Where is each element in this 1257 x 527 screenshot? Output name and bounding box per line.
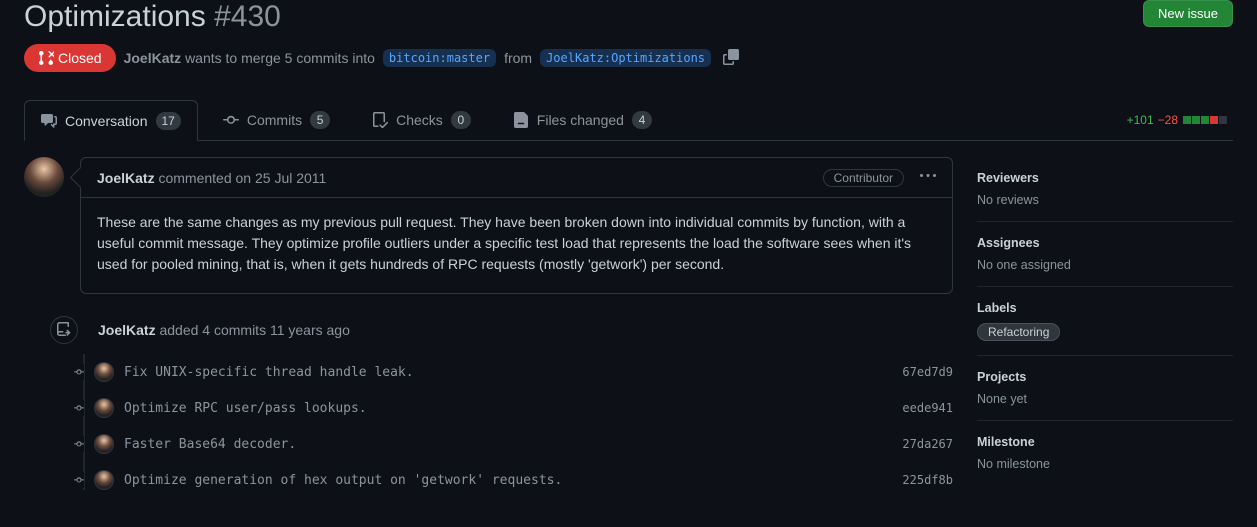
commit-dot — [74, 403, 84, 413]
copy-branch-button[interactable] — [719, 45, 743, 72]
commit-dot — [74, 439, 84, 449]
sidebar-reviewers-title: Reviewers — [977, 171, 1233, 185]
avatar[interactable] — [94, 398, 114, 418]
tab-checks[interactable]: Checks 0 — [355, 100, 488, 140]
tab-conversation[interactable]: Conversation 17 — [24, 100, 198, 141]
pr-title: Optimizations #430 — [24, 0, 281, 34]
pr-number: #430 — [214, 0, 281, 33]
diff-additions: +101 — [1127, 113, 1154, 127]
tab-conversation-label: Conversation — [65, 113, 148, 129]
sidebar-milestone[interactable]: Milestone No milestone — [977, 421, 1233, 485]
commit-message[interactable]: Optimize generation of hex output on 'ge… — [124, 473, 892, 488]
comment-author[interactable]: JoelKatz — [97, 170, 155, 186]
commit-dot — [74, 367, 84, 377]
diff-block — [1219, 116, 1227, 124]
base-branch[interactable]: bitcoin:master — [383, 49, 496, 67]
diff-block — [1192, 116, 1200, 124]
diff-deletions: −28 — [1158, 113, 1178, 127]
tab-commits[interactable]: Commits 5 — [206, 100, 347, 140]
label-pill[interactable]: Refactoring — [977, 323, 1060, 341]
kebab-icon — [920, 168, 936, 184]
tab-files[interactable]: Files changed 4 — [496, 100, 669, 140]
commit-row: Faster Base64 decoder.27da267 — [128, 434, 953, 454]
sidebar-projects-title: Projects — [977, 370, 1233, 384]
git-commit-icon — [74, 400, 84, 416]
tab-conversation-count: 17 — [156, 112, 181, 130]
checklist-icon — [372, 112, 388, 128]
sidebar-assignees-title: Assignees — [977, 236, 1233, 250]
comment: JoelKatz commented on 25 Jul 2011 Contri… — [80, 157, 953, 294]
diff-block — [1210, 116, 1218, 124]
diff-block — [1183, 116, 1191, 124]
comment-body: These are the same changes as my previou… — [81, 198, 952, 293]
role-badge: Contributor — [823, 169, 904, 187]
sidebar-projects-value: None yet — [977, 392, 1233, 406]
file-diff-icon — [513, 112, 529, 128]
event-time[interactable]: 11 years ago — [270, 322, 350, 338]
merge-summary: JoelKatz wants to merge 5 commits into — [124, 50, 375, 66]
event-author[interactable]: JoelKatz — [98, 322, 156, 338]
status-text: Closed — [58, 50, 102, 66]
comment-discussion-icon — [41, 113, 57, 129]
commit-sha[interactable]: 225df8b — [902, 473, 953, 487]
tab-checks-label: Checks — [396, 112, 443, 128]
commit-row: Optimize generation of hex output on 'ge… — [128, 470, 953, 490]
comment-menu-button[interactable] — [920, 168, 936, 187]
git-commit-icon — [74, 436, 84, 452]
sidebar-milestone-title: Milestone — [977, 435, 1233, 449]
sidebar-reviewers[interactable]: Reviewers No reviews — [977, 157, 1233, 222]
commit-message[interactable]: Fix UNIX-specific thread handle leak. — [124, 365, 892, 380]
pr-author[interactable]: JoelKatz — [124, 50, 182, 66]
git-commit-icon — [223, 112, 239, 128]
diff-block — [1201, 116, 1209, 124]
pr-title-text: Optimizations — [24, 0, 206, 33]
commit-sha[interactable]: eede941 — [902, 401, 953, 415]
git-commit-icon — [74, 472, 84, 488]
tab-files-count: 4 — [632, 111, 652, 129]
diffstat: +101 −28 — [1127, 113, 1233, 127]
git-pull-request-closed-icon — [38, 50, 54, 66]
sidebar-milestone-value: No milestone — [977, 457, 1233, 471]
head-branch[interactable]: JoelKatz:Optimizations — [540, 49, 711, 67]
commit-message[interactable]: Faster Base64 decoder. — [124, 437, 892, 452]
sidebar-projects[interactable]: Projects None yet — [977, 356, 1233, 421]
status-badge: Closed — [24, 44, 116, 72]
tab-files-label: Files changed — [537, 112, 624, 128]
avatar[interactable] — [24, 157, 64, 197]
tab-commits-count: 5 — [310, 111, 330, 129]
comment-action: commented — [158, 170, 231, 186]
avatar[interactable] — [94, 362, 114, 382]
avatar[interactable] — [94, 470, 114, 490]
commit-dot — [74, 475, 84, 485]
git-commit-icon — [74, 364, 84, 380]
comment-date[interactable]: on 25 Jul 2011 — [236, 170, 327, 186]
commit-row: Fix UNIX-specific thread handle leak.67e… — [128, 362, 953, 382]
avatar[interactable] — [94, 434, 114, 454]
sidebar-labels-title: Labels — [977, 301, 1233, 315]
new-issue-button[interactable]: New issue — [1143, 0, 1233, 27]
commit-sha[interactable]: 27da267 — [902, 437, 953, 451]
timeline-event-icon — [48, 314, 80, 346]
commit-message[interactable]: Optimize RPC user/pass lookups. — [124, 401, 892, 416]
sidebar-reviewers-value: No reviews — [977, 193, 1233, 207]
repo-push-icon — [56, 322, 72, 338]
event-text: added 4 commits — [159, 322, 266, 338]
sidebar-assignees[interactable]: Assignees No one assigned — [977, 222, 1233, 287]
commit-row: Optimize RPC user/pass lookups.eede941 — [128, 398, 953, 418]
tab-checks-count: 0 — [451, 111, 471, 129]
from-text: from — [504, 50, 532, 66]
commit-sha[interactable]: 67ed7d9 — [902, 365, 953, 379]
sidebar-labels[interactable]: Labels Refactoring — [977, 287, 1233, 356]
sidebar-assignees-value: No one assigned — [977, 258, 1233, 272]
tab-commits-label: Commits — [247, 112, 302, 128]
copy-icon — [723, 49, 739, 65]
